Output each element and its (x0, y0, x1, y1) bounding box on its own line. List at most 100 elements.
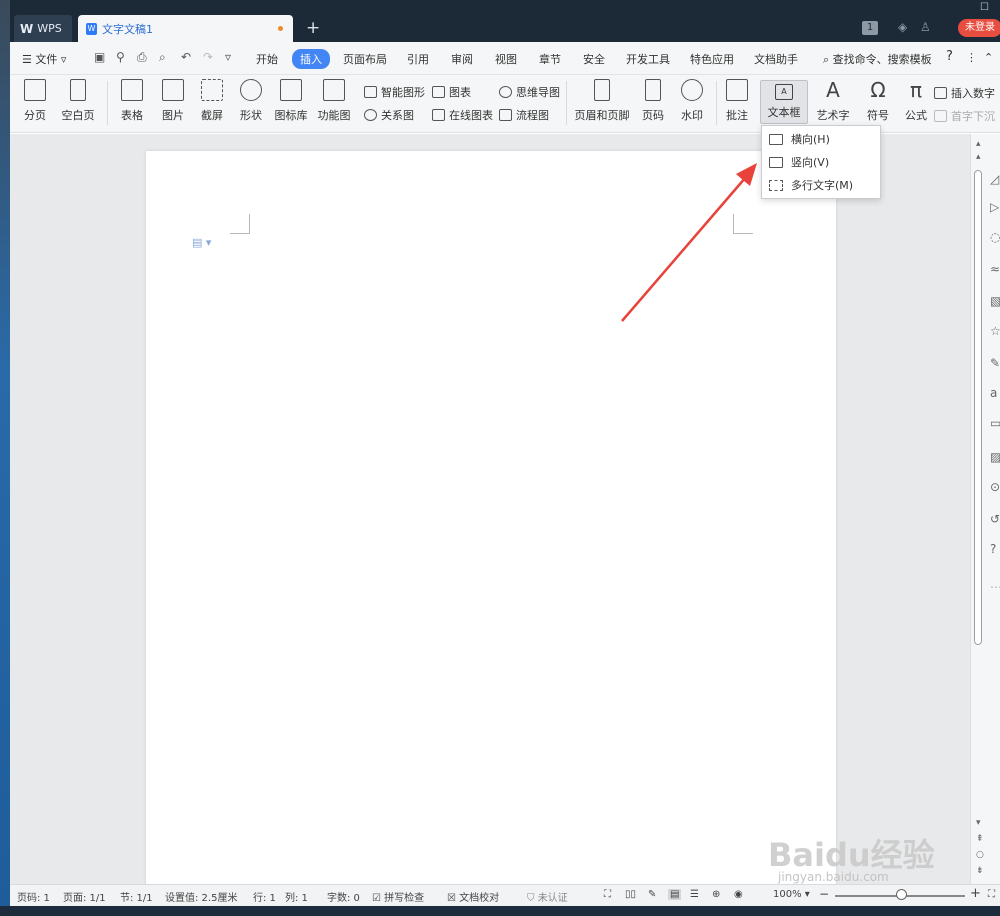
page-break-button[interactable]: 分页 (18, 79, 52, 123)
read-mode-icon[interactable]: ▯▯ (625, 889, 636, 900)
new-tab-button[interactable]: + (306, 18, 320, 38)
web-view-icon[interactable]: ⊕ (712, 889, 720, 900)
collapse-ribbon-icon[interactable]: ⌃ (984, 51, 993, 64)
mind-map-button[interactable]: 思维导图 (499, 84, 560, 100)
menu-insert[interactable]: 插入 (292, 49, 330, 69)
menu-reference[interactable]: 引用 (407, 51, 429, 67)
menu-security[interactable]: 安全 (583, 51, 605, 67)
more-panel-icon[interactable]: ⋯ (990, 580, 1000, 594)
select-icon[interactable]: ▷ (990, 200, 999, 214)
spell-check-button[interactable]: ☑ 拼写检查 (372, 889, 424, 904)
document-page[interactable]: ▤ ▾ (146, 151, 836, 891)
relation-chart-button[interactable]: 关系图 (364, 107, 414, 123)
shape-panel-icon[interactable]: ◌ (990, 230, 1000, 244)
paragraph-layout-icon[interactable]: ▤ ▾ (192, 236, 211, 249)
page-number-button[interactable]: 页码 (635, 79, 671, 123)
eye-protect-icon[interactable]: ◉ (734, 889, 743, 900)
format-painter-icon[interactable]: ⚲ (116, 50, 125, 64)
formula-button[interactable]: π 公式 (900, 79, 932, 123)
print-preview-icon[interactable]: ⌕ (159, 50, 166, 65)
menu-view[interactable]: 视图 (495, 51, 517, 67)
zoom-in-button[interactable]: + (970, 886, 981, 901)
symbol-button[interactable]: Ω 符号 (860, 79, 896, 123)
doc-proof-button[interactable]: ☒ 文档校对 (447, 889, 499, 904)
shirt-icon[interactable]: ♙ (920, 20, 931, 34)
zoom-out-button[interactable]: − (819, 887, 829, 901)
status-word-count[interactable]: 字数: 0 (327, 889, 360, 904)
star-icon[interactable]: ☆ (990, 324, 1000, 338)
redo-icon[interactable]: ↷ (203, 50, 213, 64)
select-browse-icon[interactable]: ○ (976, 850, 984, 860)
zoom-level[interactable]: 100% ▾ (773, 889, 810, 900)
drop-cap-button[interactable]: 首字下沉 (934, 108, 995, 124)
fullscreen-icon[interactable]: ⛶ (604, 889, 611, 900)
menu-chapter[interactable]: 章节 (539, 51, 561, 67)
flowchart-button[interactable]: 流程图 (499, 107, 549, 123)
save-icon[interactable]: ▣ (94, 50, 105, 64)
menu-start[interactable]: 开始 (256, 51, 278, 67)
image-icon[interactable]: ▨ (990, 450, 1000, 464)
status-col[interactable]: 列: 1 (285, 889, 308, 904)
menu-dev-tools[interactable]: 开发工具 (626, 51, 670, 67)
customize-icon[interactable]: ▿ (225, 50, 231, 64)
page-view-icon[interactable]: ▤ (668, 889, 682, 900)
table-button[interactable]: 表格 (114, 79, 150, 123)
screenshot-button[interactable]: 截屏 (194, 79, 230, 123)
insert-number-button[interactable]: 插入数字 (934, 85, 995, 101)
status-setting[interactable]: 设置值: 2.5厘米 (165, 889, 237, 904)
menu-doc-assistant[interactable]: 文档助手 (754, 51, 798, 67)
help-circle-icon[interactable]: ? (990, 542, 996, 556)
scroll-down-icon[interactable]: ▾ (976, 818, 981, 828)
watermark-button[interactable]: 水印 (674, 79, 710, 123)
status-page-code[interactable]: 页码: 1 (17, 889, 50, 904)
textbox-button[interactable]: A 文本框 (760, 80, 808, 124)
cert-status[interactable]: ⛉ 未认证 (527, 889, 568, 904)
history-icon[interactable]: ↺ (990, 512, 1000, 526)
file-menu[interactable]: ☰ 文件 ▿ (22, 51, 66, 67)
properties-icon[interactable]: ≈ (990, 262, 1000, 276)
more-icon[interactable]: ⋮ (966, 51, 977, 64)
gallery-icon[interactable]: ▧ (990, 294, 1000, 308)
style-icon[interactable]: ◿ (990, 172, 999, 186)
smart-shape-button[interactable]: 智能图形 (364, 84, 425, 100)
textbox-multiline-option[interactable]: 多行文字(M) (762, 174, 880, 196)
outline-view-icon[interactable]: ☰ (690, 889, 699, 900)
chart-button[interactable]: 图表 (432, 84, 471, 100)
status-row[interactable]: 行: 1 (253, 889, 276, 904)
menu-page-layout[interactable]: 页面布局 (343, 51, 387, 67)
zoom-slider-handle[interactable] (896, 889, 907, 900)
translate-icon[interactable]: a (990, 386, 997, 400)
status-section[interactable]: 节: 1/1 (120, 889, 153, 904)
prev-page-icon[interactable]: ⇞ (976, 834, 984, 844)
archive-icon[interactable]: ▭ (990, 416, 1000, 430)
edit-icon[interactable]: ✎ (990, 356, 1000, 370)
skin-icon[interactable]: ◈ (898, 20, 907, 34)
blank-page-button[interactable]: 空白页 (56, 79, 100, 123)
tab-wps-home[interactable]: W WPS (14, 15, 72, 42)
picture-button[interactable]: 图片 (155, 79, 191, 123)
next-page-icon[interactable]: ⇟ (976, 866, 984, 876)
wordart-button[interactable]: A 艺术字 (812, 79, 854, 123)
print-icon[interactable]: ⎙ (137, 50, 147, 65)
header-footer-button[interactable]: 页眉和页脚 (572, 79, 632, 123)
textbox-vertical-option[interactable]: 竖向(V) (762, 151, 880, 173)
maximize-icon[interactable]: ☐ (980, 2, 989, 13)
help-button[interactable]: ? (946, 49, 953, 64)
icon-library-button[interactable]: 图标库 (273, 79, 309, 123)
window-count-badge[interactable]: 1 (862, 21, 878, 35)
textbox-horizontal-option[interactable]: 横向(H) (762, 128, 880, 150)
menu-features[interactable]: 特色应用 (690, 51, 734, 67)
login-button[interactable]: 未登录 (958, 19, 1000, 37)
function-chart-button[interactable]: 功能图 (314, 79, 354, 123)
undo-icon[interactable]: ↶ (181, 50, 191, 64)
search-command[interactable]: ⌕ 查找命令、搜索模板 (823, 51, 932, 67)
tab-document[interactable]: W 文字文稿1 (78, 15, 293, 42)
status-page[interactable]: 页面: 1/1 (63, 889, 106, 904)
shape-button[interactable]: 形状 (233, 79, 269, 123)
vertical-scrollbar[interactable] (974, 170, 982, 645)
write-mode-icon[interactable]: ✎ (648, 889, 656, 900)
online-chart-button[interactable]: 在线图表 (432, 107, 493, 123)
comment-button[interactable]: 批注 (722, 79, 752, 123)
scroll-up-icon[interactable]: ▴ (976, 139, 981, 149)
menu-review[interactable]: 审阅 (451, 51, 473, 67)
